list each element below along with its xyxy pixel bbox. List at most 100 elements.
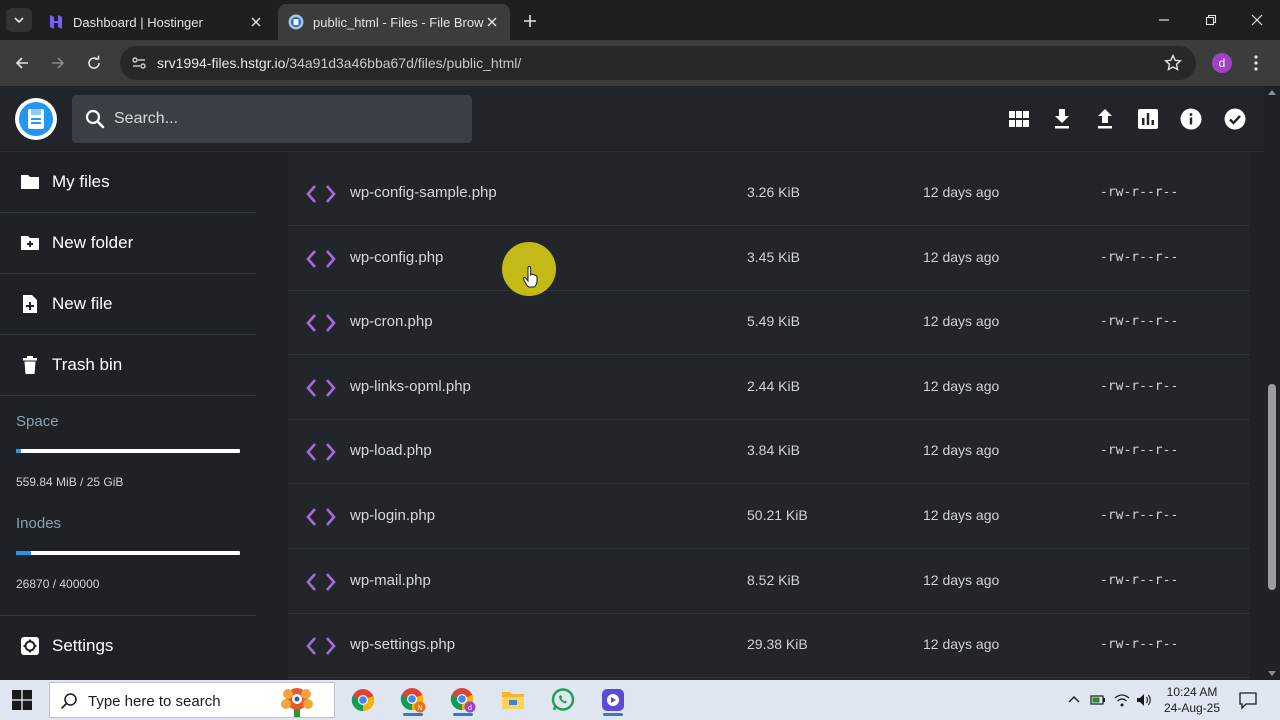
svg-text:d: d (468, 705, 472, 712)
inodes-label: Inodes (16, 515, 62, 532)
file-size: 3.45 KiB (747, 248, 800, 265)
file-size: 5.49 KiB (747, 313, 800, 330)
sidebar-item-new-folder[interactable]: New folder (0, 213, 256, 274)
tab-public-html-files[interactable]: public_html - Files - File Browser (278, 4, 510, 40)
new-file-icon (23, 295, 37, 313)
switch-view-button[interactable] (1007, 107, 1031, 131)
forward-button[interactable] (46, 51, 70, 75)
show-hidden-icons-chevron-up-icon[interactable] (1066, 692, 1082, 708)
code-file-icon (306, 508, 336, 526)
download-icon (1055, 109, 1069, 129)
wifi-icon[interactable] (1114, 692, 1130, 708)
file-row[interactable]: wp-settings.php 29.38 KiB 12 days ago -r… (288, 614, 1250, 679)
reload-button[interactable] (82, 51, 106, 75)
download-button[interactable] (1050, 107, 1074, 131)
file-listing: wp-config-sample.php 3.26 KiB 12 days ag… (288, 152, 1250, 680)
file-modified: 12 days ago (923, 313, 1000, 330)
sidebar-item-trash-bin[interactable]: Trash bin (0, 335, 256, 396)
file-row[interactable]: wp-mail.php 8.52 KiB 12 days ago -rw-r--… (288, 550, 1250, 614)
bookmark-star-icon[interactable] (1164, 54, 1182, 72)
taskbar-whatsapp[interactable] (545, 684, 581, 716)
scrollbar-thumb[interactable] (1268, 384, 1276, 590)
file-name: wp-mail.php (350, 571, 431, 589)
arrow-right-icon (52, 57, 65, 69)
file-permissions: -rw-r--r-- (1100, 637, 1179, 653)
browser-menu-button[interactable] (1246, 53, 1266, 73)
file-size: 50.21 KiB (747, 507, 808, 523)
svg-text:N: N (417, 705, 422, 712)
file-modified: 12 days ago (923, 248, 1000, 265)
file-name: wp-load.php (350, 442, 432, 460)
restore-icon (1205, 14, 1217, 26)
sidebar-item-settings[interactable]: Settings (0, 615, 256, 676)
info-button[interactable] (1179, 107, 1203, 131)
upload-button[interactable] (1093, 107, 1117, 131)
sidebar-item-label: Trash bin (52, 355, 123, 374)
battery-icon[interactable] (1090, 692, 1106, 708)
tab-search-button[interactable] (6, 8, 32, 32)
close-icon (1251, 14, 1263, 26)
taskbar-chrome[interactable] (345, 684, 381, 716)
file-row[interactable]: wp-login.php 50.21 KiB 12 days ago -rw-r… (288, 485, 1250, 549)
file-modified: 12 days ago (923, 442, 1000, 459)
file-row[interactable]: wp-config-sample.php 3.26 KiB 12 days ag… (288, 162, 1250, 226)
tab-close-button[interactable] (484, 14, 500, 30)
windows-start-icon[interactable] (12, 690, 32, 710)
tab-dashboard-hostinger[interactable]: Dashboard | Hostinger (38, 4, 274, 40)
search-icon (60, 693, 77, 710)
search-box[interactable] (72, 95, 472, 143)
taskbar-search[interactable]: Type here to search (49, 682, 335, 718)
sidebar-item-my-files[interactable]: My files (0, 152, 256, 213)
app-header (0, 86, 1280, 152)
notification-center-icon[interactable] (1238, 690, 1258, 710)
taskbar-screen-recorder[interactable] (595, 684, 631, 716)
file-row[interactable]: wp-cron.php 5.49 KiB 12 days ago -rw-r--… (288, 291, 1250, 356)
more-vertical-icon (1254, 55, 1258, 71)
filebrowser-logo[interactable] (15, 98, 57, 140)
file-row[interactable]: wp-load.php 3.84 KiB 12 days ago -rw-r--… (288, 420, 1250, 485)
scroll-up-arrow-icon[interactable] (1268, 90, 1276, 95)
screen-recorder-icon (602, 689, 624, 711)
taskbar-chrome-profile-d[interactable]: d (445, 684, 481, 716)
close-icon (251, 17, 261, 27)
taskbar-clock[interactable]: 10:24 AM 24-Aug-25 (1158, 684, 1226, 716)
chrome-icon (351, 689, 375, 712)
file-modified: 12 days ago (923, 636, 1000, 653)
profile-avatar[interactable]: d (1212, 53, 1232, 73)
scroll-down-arrow-icon[interactable] (1268, 671, 1276, 676)
file-row[interactable]: wp-config.php 3.45 KiB 12 days ago -rw-r… (288, 227, 1250, 291)
back-button[interactable] (10, 51, 34, 75)
search-input[interactable] (114, 105, 454, 133)
reload-icon (88, 55, 100, 69)
page-scrollbar[interactable] (1264, 86, 1280, 680)
sidebar-item-label: New file (52, 294, 113, 313)
plus-icon (524, 15, 536, 27)
sidebar-item-label: My files (52, 172, 110, 191)
volume-icon[interactable] (1136, 692, 1152, 708)
info-icon (1180, 108, 1202, 130)
url-text[interactable]: srv1994-files.hstgr.io/34a91d3a46bba67d/… (157, 55, 521, 71)
file-row[interactable]: wp-links-opml.php 2.44 KiB 12 days ago -… (288, 356, 1250, 420)
tab-close-button[interactable] (248, 14, 264, 30)
sidebar-item-new-file[interactable]: New file (0, 274, 256, 335)
arrow-left-icon (15, 57, 28, 69)
tab-title: Dashboard | Hostinger (73, 14, 203, 30)
site-info-icon[interactable] (130, 54, 148, 72)
file-size: 3.84 KiB (747, 442, 800, 459)
file-modified: 12 days ago (923, 507, 1000, 523)
disk-usage-button[interactable] (1136, 107, 1160, 131)
address-bar[interactable]: srv1994-files.hstgr.io/34a91d3a46bba67d/… (120, 46, 1196, 80)
taskbar-file-explorer[interactable] (495, 684, 531, 716)
file-permissions: -rw-r--r-- (1100, 185, 1179, 200)
url-path: /34a91d3a46bba67d/files/public_html/ (285, 55, 522, 71)
whatsapp-icon (551, 688, 575, 711)
taskbar-chrome-profile-n[interactable]: N (395, 684, 431, 716)
minimize-icon (1159, 19, 1169, 21)
select-multiple-button[interactable] (1223, 107, 1247, 131)
space-label: Space (16, 413, 59, 430)
code-file-icon (306, 378, 336, 397)
close-window-button[interactable] (1243, 8, 1271, 32)
minimize-button[interactable] (1150, 8, 1178, 32)
new-tab-button[interactable] (518, 10, 542, 32)
restore-button[interactable] (1197, 8, 1225, 32)
